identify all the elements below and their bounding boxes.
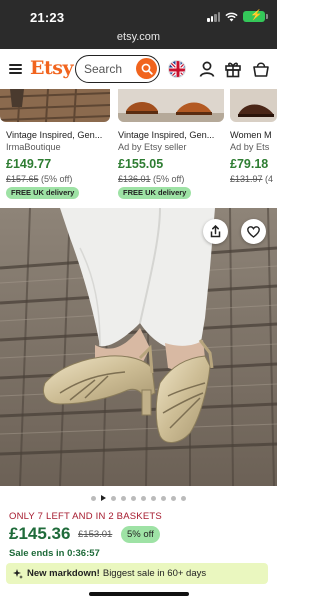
carousel-dot[interactable] [111,495,116,501]
home-indicator [89,592,189,596]
wifi-icon [225,12,238,21]
product-thumbnail[interactable] [230,89,277,122]
carousel-dot[interactable] [171,495,176,501]
browser-top-bar: 21:23 ⚡ etsy.com [0,0,277,49]
carousel-dot[interactable] [121,495,126,501]
image-carousel-dots[interactable] [0,493,277,503]
carousel-dot-active[interactable] [101,495,106,501]
account-icon[interactable] [198,60,216,78]
search-icon [141,63,153,75]
product-title[interactable]: Vintage Inspired, Gen... [118,130,214,140]
product-title[interactable]: Vintage Inspired, Gen... [6,130,102,140]
product-price: £155.05 [118,157,164,171]
battery-icon: ⚡ [243,10,268,22]
shop-name: Ad by Ets [230,142,270,152]
etsy-logo[interactable]: Etsy [30,57,74,79]
discount-badge: 5% off [121,526,160,543]
share-icon [210,225,221,238]
site-header: Etsy Search [0,49,277,89]
shop-name: Ad by Etsy seller [118,142,187,152]
carousel-dot[interactable] [181,495,186,501]
basket-icon[interactable] [252,60,270,78]
carousel-dot[interactable] [91,495,96,501]
sale-price: £145.36 [9,524,71,543]
favorite-button[interactable] [241,219,266,244]
product-title[interactable]: Women M [230,130,272,140]
clock: 21:23 [30,10,65,25]
original-price: £136.01 (5% off) [118,174,185,184]
uk-flag-icon[interactable] [168,60,186,78]
sparkle-icon [13,568,23,579]
product-price: £79.18 [230,157,269,171]
markdown-text: Biggest sale in 60+ days [102,568,207,579]
stock-notice: ONLY 7 LEFT AND IN 2 BASKETS [9,511,162,522]
carousel-dot[interactable] [151,495,156,501]
markdown-label: New markdown! [27,568,100,579]
heart-icon [247,225,260,238]
cell-signal-icon [207,11,220,22]
product-price: £149.77 [6,157,52,171]
share-button[interactable] [203,219,228,244]
carousel-dot[interactable] [131,495,136,501]
search-input[interactable]: Search [75,55,160,83]
menu-icon[interactable] [9,64,22,74]
carousel-dot[interactable] [161,495,166,501]
gift-icon[interactable] [224,60,242,78]
product-main-image[interactable] [0,208,277,486]
markdown-banner: New markdown! Biggest sale in 60+ days [6,563,268,584]
status-icons: ⚡ [207,10,268,22]
original-price: £153.01 [78,529,113,540]
shop-name: IrmaBoutique [6,142,61,152]
search-button[interactable] [136,58,157,79]
sale-countdown: Sale ends in 0:36:57 [9,548,100,559]
product-thumbnail[interactable] [118,89,224,122]
address-bar[interactable]: etsy.com [0,31,277,43]
original-price: £131.97 (4 [230,174,274,184]
search-placeholder: Search [84,62,123,76]
free-delivery-badge: FREE UK delivery [118,187,192,199]
carousel-dot[interactable] [141,495,146,501]
free-delivery-badge: FREE UK delivery [6,187,80,199]
similar-items-strip: Vintage Inspired, Gen... IrmaBoutique £1… [0,89,277,202]
original-price: £157.65 (5% off) [6,174,73,184]
product-thumbnail[interactable] [0,89,110,122]
